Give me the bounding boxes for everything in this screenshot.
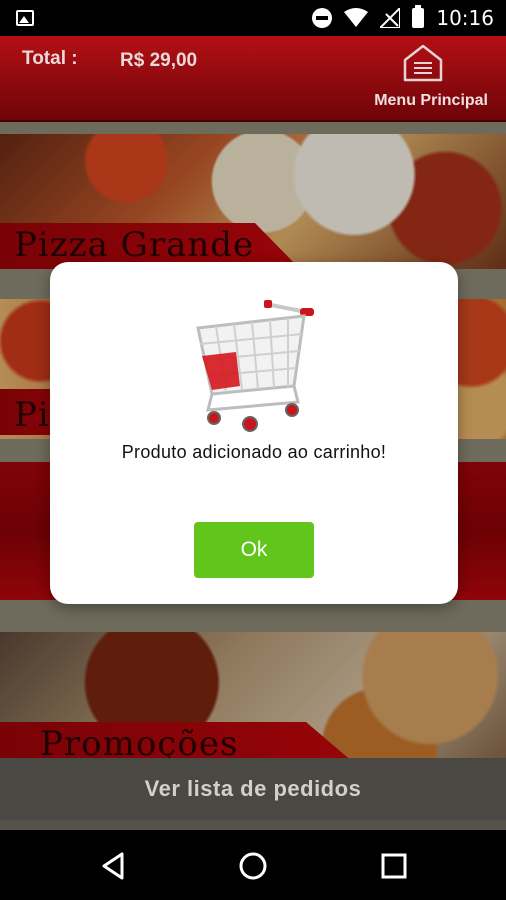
battery-icon [412,5,425,28]
added-to-cart-dialog: Produto adicionado ao carrinho! Ok [50,262,458,604]
dialog-message: Produto adicionado ao carrinho! [121,442,387,462]
do-not-disturb-icon [312,8,333,28]
no-signal-icon [380,8,401,28]
total-value: R$ 29,00 [120,50,198,71]
view-orders-button[interactable]: Ver lista de pedidos [0,758,506,820]
image-icon [16,10,34,26]
recents-icon[interactable] [376,848,412,884]
back-icon[interactable] [96,848,132,884]
clock: 10:16 [436,6,494,30]
wifi-icon [344,8,369,27]
ok-button[interactable]: Ok [194,522,314,578]
main-menu-label: Menu Principal [374,92,488,109]
app-header: Total : R$ 29,00 Menu Principal [0,36,506,122]
bottom-bar: Ver lista de pedidos [0,758,506,830]
navigation-bar [0,830,506,900]
home-icon [403,44,443,82]
home-nav-icon[interactable] [235,848,271,884]
total-label: Total : [22,48,78,69]
shopping-cart-icon [196,300,314,432]
status-bar: 10:16 [0,0,506,36]
main-menu-button[interactable]: Menu Principal [358,42,488,118]
status-icons: 10:16 [312,0,506,36]
